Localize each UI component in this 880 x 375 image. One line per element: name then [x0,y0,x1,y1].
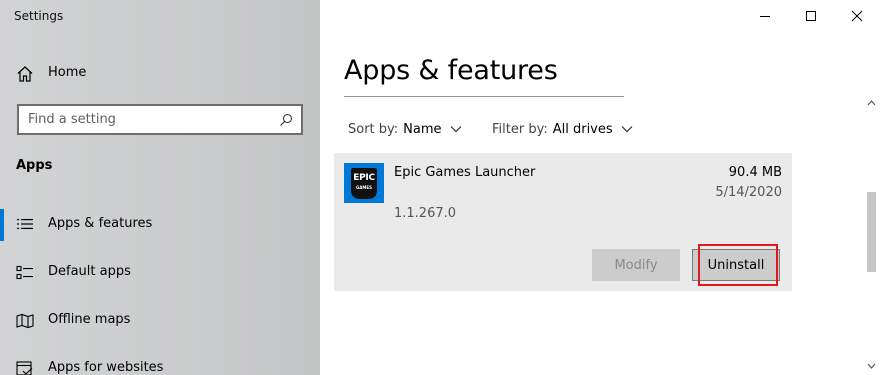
app-name: Epic Games Launcher [394,165,536,180]
vertical-scrollbar[interactable] [863,96,880,375]
sidebar: Settings Home Apps [0,0,320,375]
home-icon [17,66,33,82]
filter-by-label: Filter by: [492,121,548,137]
sidebar-item-apps-features[interactable]: Apps & features [0,205,320,245]
sort-by-value: Name [403,121,442,137]
modify-button: Modify [592,249,680,281]
epic-games-logo-icon: EPIC GAMES [344,163,384,203]
sidebar-item-default-apps[interactable]: Default apps [0,253,320,293]
logo-subtext: GAMES [356,185,372,190]
sidebar-item-label: Default apps [48,264,131,279]
default-apps-icon [16,265,33,280]
search-input[interactable] [19,106,269,133]
search-icon[interactable] [279,113,293,127]
sidebar-item-apps-for-websites[interactable]: Apps for websites [0,349,320,375]
sidebar-item-offline-maps[interactable]: Offline maps [0,301,320,341]
sidebar-item-label: Apps & features [48,216,153,231]
section-title: Apps [16,158,53,173]
sidebar-item-home[interactable]: Home [0,58,320,90]
map-icon [16,313,34,329]
page-title: Apps & features [344,55,558,86]
close-button[interactable] [834,0,880,32]
sidebar-item-label: Apps for websites [48,360,164,375]
maximize-button[interactable] [788,0,834,32]
settings-window: Settings Home Apps [0,0,880,375]
app-size: 90.4 MB [728,165,782,180]
minimize-button[interactable] [742,0,788,32]
close-icon [851,10,863,22]
sidebar-item-label: Offline maps [48,312,131,327]
filter-by-dropdown[interactable]: Filter by: All drives [492,119,633,139]
logo-text: EPIC [353,173,375,183]
apps-for-websites-icon [16,361,33,375]
sort-by-dropdown[interactable]: Sort by: Name [348,119,462,139]
maximize-icon [806,11,816,21]
app-list-item[interactable]: EPIC GAMES Epic Games Launcher 90.4 MB 5… [334,153,792,291]
scroll-up-icon[interactable] [867,100,876,106]
app-version: 1.1.267.0 [394,206,457,221]
search-box [17,104,303,135]
filter-by-value: All drives [552,121,613,137]
title-divider [344,96,624,97]
main-content: Apps & features Sort by: Name Filter by:… [320,0,880,375]
chevron-down-icon [450,126,461,133]
scrollbar-thumb[interactable] [867,192,876,272]
scroll-down-icon[interactable] [867,363,876,369]
app-install-date: 5/14/2020 [715,185,782,200]
chevron-down-icon [621,126,633,133]
minimize-icon [760,16,770,17]
list-icon [17,219,33,229]
sort-by-label: Sort by: [348,121,399,137]
logo-shield: EPIC GAMES [351,168,377,199]
window-title: Settings [14,9,64,23]
sidebar-item-label: Home [48,65,87,80]
uninstall-button[interactable]: Uninstall [692,249,780,281]
